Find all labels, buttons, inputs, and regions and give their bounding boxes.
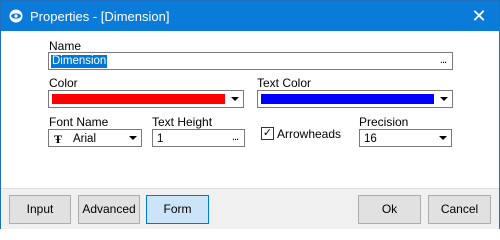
chevron-down-icon	[440, 97, 448, 101]
truetype-font-icon: Ŧ	[54, 132, 63, 146]
checkmark-icon: ✓	[262, 127, 273, 139]
eye-logo-icon	[9, 9, 23, 23]
color-swatch	[52, 94, 225, 104]
close-icon: ✕	[471, 6, 487, 26]
font-name-dropdown[interactable]: Ŧ Arial	[48, 129, 142, 147]
text-height-browse-button[interactable]: ...	[226, 130, 244, 146]
text-height-label: Text Height	[152, 115, 213, 129]
name-input-value: Dimension	[51, 55, 108, 68]
precision-dropdown[interactable]: 16	[359, 129, 452, 147]
name-input[interactable]: Dimension ...	[48, 52, 453, 70]
chevron-down-icon	[439, 136, 447, 140]
font-name-label: Font Name	[49, 115, 109, 129]
input-button[interactable]: Input	[9, 195, 71, 224]
color-dropdown[interactable]	[48, 90, 244, 108]
font-name-value: Arial	[73, 133, 97, 145]
precision-value: 16	[364, 133, 377, 145]
name-browse-button[interactable]: ...	[434, 53, 452, 69]
text-height-input[interactable]: 1 ...	[152, 129, 245, 147]
precision-label: Precision	[359, 115, 409, 129]
properties-dialog: Properties - [Dimension] ✕ Name Dimensio…	[0, 0, 500, 229]
name-label: Name	[49, 39, 82, 53]
text-height-value: 1	[157, 133, 164, 145]
title-bar[interactable]: Properties - [Dimension] ✕	[1, 1, 499, 31]
arrowheads-checkbox[interactable]: ✓	[261, 127, 274, 140]
close-button[interactable]: ✕	[467, 6, 491, 26]
window-title: Properties - [Dimension]	[30, 9, 170, 24]
color-label: Color	[49, 76, 78, 90]
arrowheads-label[interactable]: Arrowheads	[277, 127, 341, 141]
text-color-dropdown[interactable]	[257, 90, 453, 108]
ok-button[interactable]: Ok	[358, 195, 421, 224]
cancel-button[interactable]: Cancel	[428, 195, 491, 224]
advanced-button[interactable]: Advanced	[78, 195, 140, 224]
chevron-down-icon	[231, 97, 239, 101]
chevron-down-icon	[129, 136, 137, 140]
form-button[interactable]: Form	[146, 195, 209, 224]
button-bar: Input Advanced Form Ok Cancel	[1, 188, 499, 229]
text-color-label: Text Color	[257, 76, 312, 90]
text-color-swatch	[261, 94, 434, 104]
